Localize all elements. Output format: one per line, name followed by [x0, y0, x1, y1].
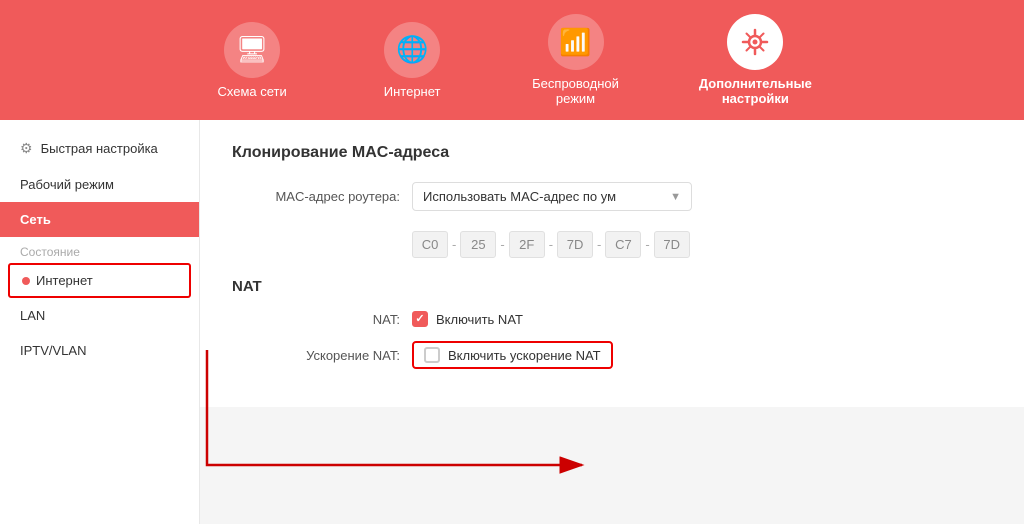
nav-internet-label: Интернет — [384, 84, 441, 99]
mac-select-control: Использовать MAC-адрес по ум ▼ — [412, 182, 992, 211]
sidebar-item-network[interactable]: Сеть — [0, 202, 199, 237]
mac-seg-0: C0 — [412, 231, 448, 258]
nav-schema-label: Схема сети — [218, 84, 287, 99]
gear-icon: ⚙ — [20, 140, 33, 157]
sidebar-item-quick[interactable]: ⚙ Быстрая настройка — [0, 130, 199, 167]
nat-checkbox-label: Включить NAT — [436, 312, 523, 327]
sidebar-quick-label: Быстрая настройка — [41, 141, 158, 156]
sidebar-internet-label: Интернет — [36, 273, 93, 288]
nav-wireless[interactable]: 📶 Беспроводнойрежим — [532, 14, 619, 106]
nav-advanced-label: Дополнительныенастройки — [699, 76, 812, 106]
wireless-icon: 📶 — [548, 14, 604, 70]
mac-seg-5: 7D — [654, 231, 690, 258]
internet-nav-icon: 🌐 — [384, 22, 440, 78]
sidebar: ⚙ Быстрая настройка Рабочий режим Сеть С… — [0, 120, 200, 524]
sidebar-item-lan[interactable]: LAN — [0, 298, 199, 333]
mac-section-title: Клонирование MAC-адреса — [232, 144, 992, 162]
sidebar-lan-label: LAN — [20, 308, 45, 323]
nav-internet[interactable]: 🌐 Интернет — [372, 22, 452, 99]
top-nav: 🖥 Схема сети 🌐 Интернет 📶 Беспроводнойре… — [0, 0, 1024, 120]
nav-advanced[interactable]: Дополнительныенастройки — [699, 14, 812, 106]
nat-checkbox-container: ✓ Включить NAT — [412, 311, 523, 327]
sidebar-network-label: Сеть — [20, 212, 51, 227]
main-content: Клонирование MAC-адреса MAC-адрес роутер… — [200, 120, 1024, 407]
nat-label: NAT: — [232, 312, 412, 327]
sidebar-item-workmode[interactable]: Рабочий режим — [0, 167, 199, 202]
nat-checkbox[interactable]: ✓ — [412, 311, 428, 327]
mac-display: C0 - 25 - 2F - 7D - C7 - 7D — [412, 231, 690, 258]
mac-address-row: MAC-адрес роутера: Использовать MAC-адре… — [232, 182, 992, 211]
mac-seg-4: C7 — [605, 231, 641, 258]
nat-row: NAT: ✓ Включить NAT — [232, 311, 992, 327]
nat-accel-label: Ускорение NAT: — [232, 348, 412, 363]
nat-accel-checkbox[interactable] — [424, 347, 440, 363]
chevron-down-icon: ▼ — [670, 191, 681, 203]
mac-display-row: C0 - 25 - 2F - 7D - C7 - 7D — [232, 225, 992, 258]
advanced-icon — [727, 14, 783, 70]
mac-dropdown[interactable]: Использовать MAC-адрес по ум ▼ — [412, 182, 692, 211]
sidebar-workmode-label: Рабочий режим — [20, 177, 114, 192]
sidebar-iptv-label: IPTV/VLAN — [20, 343, 86, 358]
nat-accel-row: Ускорение NAT: Включить ускорение NAT — [232, 341, 992, 369]
mac-address-label: MAC-адрес роутера: — [232, 189, 412, 204]
sidebar-item-iptv[interactable]: IPTV/VLAN — [0, 333, 199, 368]
nat-accel-checkbox-container: Включить ускорение NAT — [412, 341, 613, 369]
mac-seg-1: 25 — [460, 231, 496, 258]
check-icon: ✓ — [415, 314, 424, 325]
sidebar-section-status: Состояние — [0, 237, 199, 263]
mac-seg-2: 2F — [509, 231, 545, 258]
nav-schema[interactable]: 🖥 Схема сети — [212, 22, 292, 99]
sidebar-item-internet[interactable]: Интернет — [8, 263, 191, 298]
nat-accel-checkbox-label: Включить ускорение NAT — [448, 348, 601, 363]
bullet-icon — [22, 277, 30, 285]
nav-wireless-label: Беспроводнойрежим — [532, 76, 619, 106]
nat-section-title: NAT — [232, 278, 992, 295]
mac-seg-3: 7D — [557, 231, 593, 258]
nat-accel-highlight: Включить ускорение NAT — [412, 341, 613, 369]
schema-icon: 🖥 — [224, 22, 280, 78]
mac-dropdown-value: Использовать MAC-адрес по ум — [423, 189, 616, 204]
